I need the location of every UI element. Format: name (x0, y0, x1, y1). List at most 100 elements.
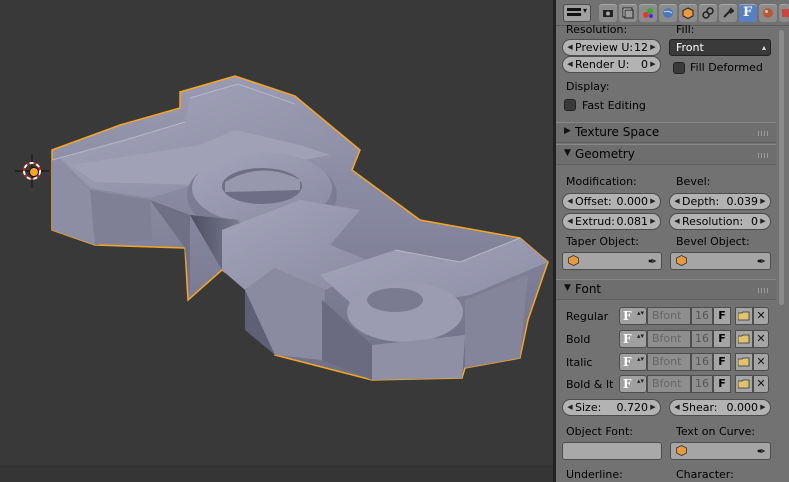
font-name-field[interactable]: Bfont (647, 307, 691, 325)
unlink-button[interactable]: ✕ (753, 375, 769, 393)
panel-header-geometry[interactable]: ▼ Geometry (556, 144, 776, 165)
increment-arrow-icon[interactable]: ▶ (758, 194, 768, 209)
3d-viewport[interactable] (0, 0, 553, 482)
open-file-button[interactable] (735, 307, 753, 325)
fake-user-button[interactable]: F (713, 375, 731, 393)
up-down-arrows-icon: ▴ (761, 43, 766, 52)
fill-mode-dropdown[interactable]: Front ▴ (669, 39, 771, 56)
tab-render-layers[interactable] (619, 4, 637, 22)
preview-u-label: Preview U: (575, 41, 634, 54)
resolution-value: 0 (751, 215, 758, 228)
font-size-field[interactable]: ◀ Size: 0.720 ▶ (562, 399, 661, 416)
text-on-curve-field[interactable]: ✒ (670, 442, 771, 460)
tab-constraints[interactable] (699, 4, 717, 22)
character-label: Character: (676, 468, 734, 481)
unlink-button[interactable]: ✕ (753, 307, 769, 325)
folder-icon (738, 357, 750, 367)
preview-u-field[interactable]: ◀ Preview U: 12 ▶ (562, 39, 661, 56)
editor-type-menu[interactable]: ▾ (563, 4, 591, 22)
taper-object-field[interactable]: ✒ (562, 252, 662, 270)
font-users-count[interactable]: 16 (691, 353, 713, 371)
fast-editing-checkbox[interactable] (564, 99, 576, 111)
open-file-button[interactable] (735, 375, 753, 393)
object-font-field[interactable] (562, 442, 662, 460)
extrude-field[interactable]: ◀ Extrud: 0.081 ▶ (562, 213, 661, 230)
drag-grip-icon[interactable] (758, 131, 770, 136)
tab-world[interactable] (659, 4, 677, 22)
increment-arrow-icon[interactable]: ▶ (648, 57, 658, 72)
text-object-mesh[interactable] (0, 0, 553, 482)
unlink-button[interactable]: ✕ (753, 330, 769, 348)
browse-font-button[interactable]: F ▴▾ (619, 307, 647, 325)
tab-texture[interactable] (779, 4, 789, 22)
font-users-count[interactable]: 16 (691, 375, 713, 393)
font-users-count[interactable]: 16 (691, 330, 713, 348)
increment-arrow-icon[interactable]: ▶ (648, 214, 658, 229)
font-icon: F (623, 309, 632, 323)
browse-font-button[interactable]: F ▴▾ (619, 353, 647, 371)
tab-scene[interactable] (639, 4, 657, 22)
offset-label: Offset: (575, 195, 612, 208)
bevel-object-field[interactable]: ✒ (670, 252, 771, 270)
resolution-label: Resolution: (566, 23, 628, 36)
drag-grip-icon[interactable] (758, 153, 770, 158)
offset-field[interactable]: ◀ Offset: 0.000 ▶ (562, 193, 661, 210)
eyedropper-icon[interactable]: ✒ (757, 255, 766, 268)
tab-object[interactable] (679, 4, 697, 22)
decrement-arrow-icon[interactable]: ◀ (672, 194, 682, 209)
panel-scrollbar[interactable] (779, 30, 784, 305)
folder-icon (738, 334, 750, 344)
panel-title: Geometry (575, 147, 635, 161)
tab-render[interactable] (599, 4, 617, 22)
render-u-value: 0 (641, 58, 648, 71)
decrement-arrow-icon[interactable]: ◀ (672, 214, 682, 229)
increment-arrow-icon[interactable]: ▶ (648, 40, 658, 55)
fake-user-button[interactable]: F (713, 330, 731, 348)
tab-material[interactable] (759, 4, 777, 22)
fake-user-button[interactable]: F (713, 353, 731, 371)
increment-arrow-icon[interactable]: ▶ (758, 214, 768, 229)
font-row-label: Bold & It (566, 378, 614, 391)
bevel-depth-field[interactable]: ◀ Depth: 0.039 ▶ (669, 193, 771, 210)
render-u-field[interactable]: ◀ Render U: 0 ▶ (562, 56, 661, 73)
fill-deformed-checkbox[interactable] (673, 62, 685, 74)
display-label: Display: (566, 80, 610, 93)
font-icon: F (623, 377, 632, 391)
font-name-field[interactable]: Bfont (647, 375, 691, 393)
eyedropper-icon[interactable]: ✒ (757, 445, 766, 458)
object-font-label: Object Font: (566, 425, 633, 438)
preview-u-value: 12 (634, 41, 648, 54)
browse-font-button[interactable]: F ▴▾ (619, 330, 647, 348)
open-file-button[interactable] (735, 330, 753, 348)
bevel-resolution-field[interactable]: ◀ Resolution: 0 ▶ (669, 213, 771, 230)
decrement-arrow-icon[interactable]: ◀ (565, 214, 575, 229)
font-users-count[interactable]: 16 (691, 307, 713, 325)
decrement-arrow-icon[interactable]: ◀ (565, 57, 575, 72)
fake-user-button[interactable]: F (713, 307, 731, 325)
size-label: Size: (575, 401, 602, 414)
panel-header-texture-space[interactable]: ▶ Texture Space (556, 122, 776, 143)
tab-font-data[interactable]: F (739, 4, 757, 22)
object-origin (29, 167, 39, 177)
increment-arrow-icon[interactable]: ▶ (648, 400, 658, 415)
tab-modifiers[interactable] (719, 4, 737, 22)
unlink-button[interactable]: ✕ (753, 353, 769, 371)
decrement-arrow-icon[interactable]: ◀ (565, 40, 575, 55)
underline-label: Underline: (566, 468, 623, 481)
eyedropper-icon[interactable]: ✒ (648, 255, 657, 268)
font-row-label: Italic (566, 356, 593, 369)
decrement-arrow-icon[interactable]: ◀ (565, 194, 575, 209)
increment-arrow-icon[interactable]: ▶ (758, 400, 768, 415)
increment-arrow-icon[interactable]: ▶ (648, 194, 658, 209)
material-icon (763, 8, 773, 18)
scene-icon (643, 8, 653, 18)
font-name-field[interactable]: Bfont (647, 330, 691, 348)
browse-font-button[interactable]: F ▴▾ (619, 375, 647, 393)
open-file-button[interactable] (735, 353, 753, 371)
shear-field[interactable]: ◀ Shear: 0.000 ▶ (669, 399, 771, 416)
drag-grip-icon[interactable] (758, 288, 770, 293)
decrement-arrow-icon[interactable]: ◀ (672, 400, 682, 415)
decrement-arrow-icon[interactable]: ◀ (565, 400, 575, 415)
panel-header-font[interactable]: ▼ Font (556, 279, 776, 300)
font-name-field[interactable]: Bfont (647, 353, 691, 371)
